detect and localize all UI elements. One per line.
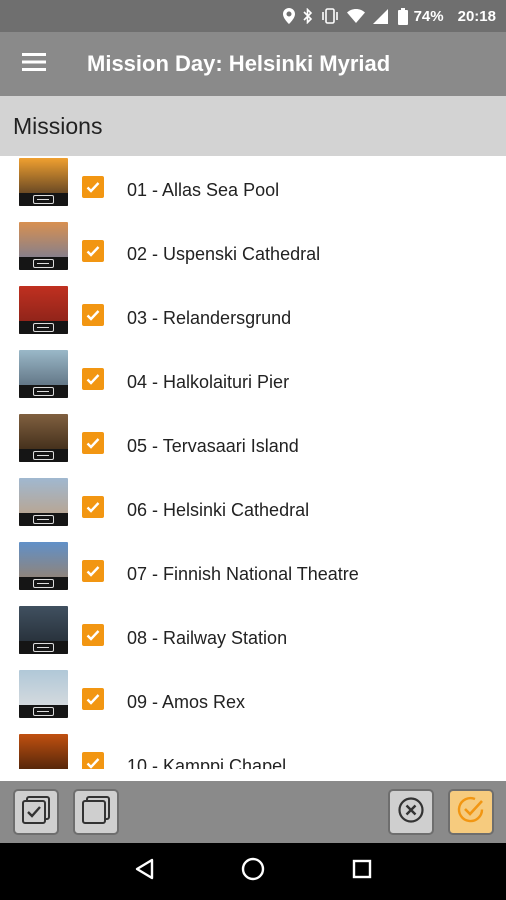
caption-icon bbox=[33, 195, 54, 204]
mission-thumbnail bbox=[19, 286, 68, 334]
signal-icon bbox=[372, 7, 388, 25]
section-title: Missions bbox=[13, 112, 103, 139]
checkmark-icon bbox=[86, 694, 100, 705]
mission-checkbox[interactable] bbox=[82, 368, 104, 390]
mission-row[interactable]: 01 - Allas Sea Pool bbox=[0, 156, 506, 218]
status-bar: 74% 20:18 bbox=[0, 0, 506, 32]
cancel-icon bbox=[397, 796, 425, 829]
mission-label: 08 - Railway Station bbox=[127, 628, 288, 648]
mission-row[interactable]: 03 - Relandersgrund bbox=[0, 282, 506, 346]
mission-checkbox[interactable] bbox=[82, 176, 104, 198]
battery-icon bbox=[397, 7, 408, 25]
checkmark-icon bbox=[86, 758, 100, 769]
battery-percentage: 74% bbox=[413, 7, 444, 25]
caption-icon bbox=[33, 387, 54, 396]
mission-thumbnail bbox=[19, 734, 68, 769]
mission-checkbox[interactable] bbox=[82, 304, 104, 326]
mission-checkbox[interactable] bbox=[82, 624, 104, 646]
caption-icon bbox=[33, 259, 54, 268]
select-all-button[interactable] bbox=[13, 789, 59, 835]
recents-button[interactable] bbox=[342, 852, 382, 892]
app-title: Mission Day: Helsinki Myriad bbox=[87, 51, 391, 76]
deselect-all-button[interactable] bbox=[73, 789, 119, 835]
caption-icon bbox=[33, 579, 54, 588]
caption-icon bbox=[33, 707, 54, 716]
mission-row[interactable]: 04 - Halkolaituri Pier bbox=[0, 346, 506, 410]
cancel-button[interactable] bbox=[388, 789, 434, 835]
confirm-icon bbox=[456, 795, 486, 830]
mission-label: 10 - Kamppi Chapel bbox=[127, 756, 287, 769]
section-header: Missions bbox=[0, 96, 506, 156]
mission-checkbox[interactable] bbox=[82, 496, 104, 518]
bluetooth-icon bbox=[303, 7, 313, 25]
mission-thumbnail bbox=[19, 542, 68, 590]
mission-thumbnail bbox=[19, 222, 68, 270]
mission-row[interactable]: 06 - Helsinki Cathedral bbox=[0, 474, 506, 538]
mission-thumbnail bbox=[19, 158, 68, 206]
mission-thumbnail bbox=[19, 478, 68, 526]
mission-label: 02 - Uspenski Cathedral bbox=[127, 244, 321, 264]
caption-icon bbox=[33, 643, 54, 652]
mission-label: 03 - Relandersgrund bbox=[127, 308, 292, 328]
mission-label: 01 - Allas Sea Pool bbox=[127, 180, 280, 200]
mission-row[interactable]: 02 - Uspenski Cathedral bbox=[0, 218, 506, 282]
navigation-bar bbox=[0, 843, 506, 900]
mission-checkbox[interactable] bbox=[82, 752, 104, 769]
deselect-all-icon bbox=[81, 795, 111, 830]
home-icon bbox=[241, 857, 265, 886]
mission-checkbox[interactable] bbox=[82, 240, 104, 262]
wifi-icon bbox=[346, 7, 365, 25]
confirm-button[interactable] bbox=[448, 789, 494, 835]
mission-label: 09 - Amos Rex bbox=[127, 692, 246, 712]
mission-row[interactable]: 07 - Finnish National Theatre bbox=[0, 538, 506, 602]
checkmark-icon bbox=[86, 566, 100, 577]
mission-row[interactable]: 09 - Amos Rex bbox=[0, 666, 506, 730]
mission-label: 04 - Halkolaituri Pier bbox=[127, 372, 290, 392]
checkmark-icon bbox=[86, 310, 100, 321]
hamburger-menu-icon bbox=[22, 52, 46, 76]
missions-list[interactable]: 01 - Allas Sea Pool 02 - Uspenski Cathedr… bbox=[0, 156, 506, 769]
app-screen: 74% 20:18 Mission Day: Helsinki Myriad M… bbox=[0, 0, 506, 900]
mission-thumbnail bbox=[19, 414, 68, 462]
mission-label: 05 - Tervasaari Island bbox=[127, 436, 299, 456]
app-bar: Mission Day: Helsinki Myriad bbox=[0, 32, 506, 96]
bottom-toolbar bbox=[0, 781, 506, 843]
mission-label: 06 - Helsinki Cathedral bbox=[127, 500, 310, 520]
mission-row[interactable]: 05 - Tervasaari Island bbox=[0, 410, 506, 474]
clock-time: 20:18 bbox=[457, 7, 496, 25]
checkmark-icon bbox=[86, 502, 100, 513]
mission-label: 07 - Finnish National Theatre bbox=[127, 564, 359, 584]
caption-icon bbox=[33, 451, 54, 460]
mission-thumbnail bbox=[19, 606, 68, 654]
checkmark-icon bbox=[86, 246, 100, 257]
caption-icon bbox=[33, 323, 54, 332]
home-button[interactable] bbox=[233, 852, 273, 892]
select-all-icon bbox=[21, 795, 51, 830]
checkmark-icon bbox=[86, 630, 100, 641]
back-icon bbox=[134, 858, 154, 885]
mission-checkbox[interactable] bbox=[82, 432, 104, 454]
menu-button[interactable] bbox=[0, 32, 68, 96]
mission-thumbnail bbox=[19, 350, 68, 398]
caption-icon bbox=[33, 515, 54, 524]
back-button[interactable] bbox=[124, 852, 164, 892]
checkmark-icon bbox=[86, 182, 100, 193]
checkmark-icon bbox=[86, 438, 100, 449]
mission-row[interactable]: 08 - Railway Station bbox=[0, 602, 506, 666]
recents-icon bbox=[352, 859, 372, 884]
mission-row[interactable]: 10 - Kamppi Chapel bbox=[0, 730, 506, 769]
checkmark-icon bbox=[86, 374, 100, 385]
mission-thumbnail bbox=[19, 670, 68, 718]
vibrate-icon bbox=[321, 7, 339, 25]
location-icon bbox=[282, 7, 295, 25]
mission-checkbox[interactable] bbox=[82, 560, 104, 582]
mission-checkbox[interactable] bbox=[82, 688, 104, 710]
